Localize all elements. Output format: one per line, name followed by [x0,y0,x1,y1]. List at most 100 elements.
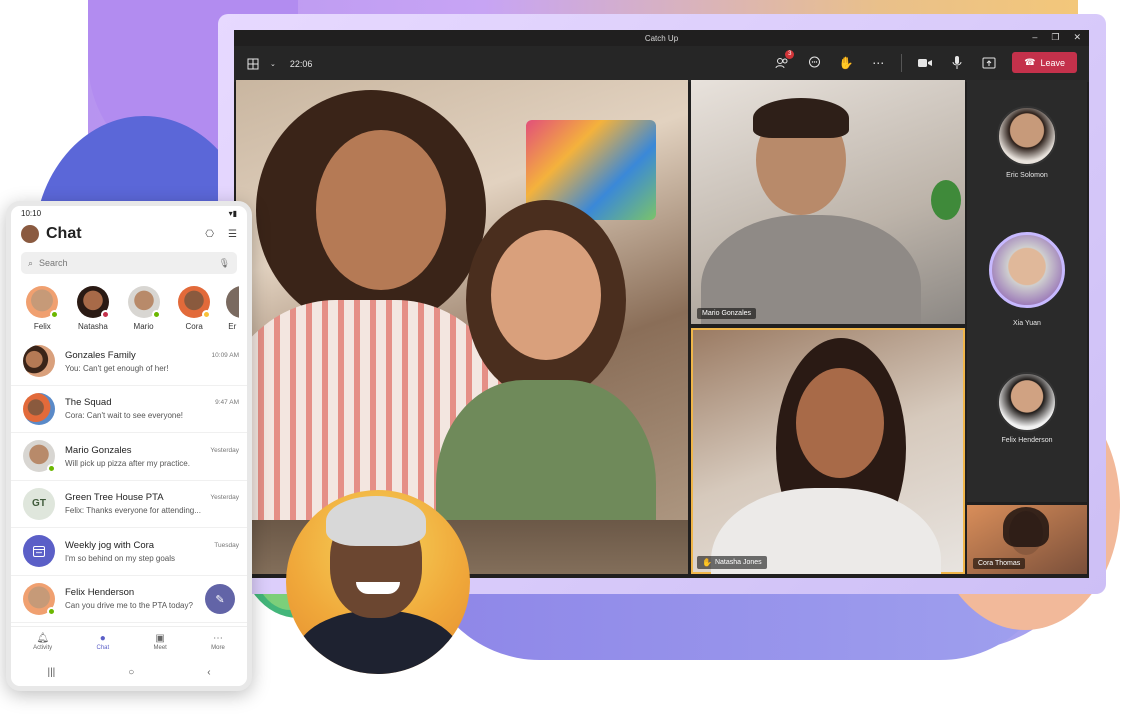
restore-button[interactable]: ❐ [1051,32,1059,43]
raised-hand-icon: ✋ [702,558,712,567]
participant-name: Felix Henderson [1001,437,1053,444]
more-icon[interactable]: ⋯ [869,54,887,72]
recents-nav-icon[interactable]: ||| [47,667,55,678]
status-bar: 10:10 ▾▮ [11,206,247,220]
participant-portrait-bubble [286,490,470,674]
chat-time: 9:47 AM [215,399,239,407]
chat-row[interactable]: Gonzales Family 10:09 AM You: Can't get e… [11,338,247,386]
tab-label: Meet [153,644,167,651]
leave-button[interactable]: ☎ Leave [1012,52,1077,73]
profile-avatar[interactable] [21,225,39,243]
page-title: Chat [46,225,82,242]
avatar-felix[interactable] [997,372,1057,432]
leave-label: Leave [1040,57,1065,68]
portrait-hair [326,496,426,546]
contact-name: Natasha [78,322,108,331]
chat-row[interactable]: Weekly jog with Cora Tuesday I'm so behin… [11,528,247,576]
more-icon: ⋯ [212,632,223,644]
avatar-xia[interactable] [989,232,1065,308]
title-bar: Catch Up – ❐ ✕ [234,30,1089,46]
chat-list: Gonzales Family 10:09 AM You: Can't get e… [11,338,247,623]
mic-icon[interactable] [948,54,966,72]
people-icon[interactable]: 3 [773,49,795,72]
filter-icon[interactable]: ☰ [228,229,237,240]
status-available-icon [151,310,161,319]
chat-icon: ● [99,632,106,644]
home-nav-icon[interactable]: ○ [128,667,134,678]
avatar [23,440,56,474]
toolbar-divider [901,53,903,72]
chat-name: Weekly jog with Cora [65,539,155,551]
meeting-toolbar: ⌄ 22:06 3 ✋ ⋯ ☎ Leave [234,46,1089,82]
chat-preview: You: Can't get enough of her! [65,363,169,373]
portrait-shirt [296,610,460,674]
chat-row[interactable]: The Squad 9:47 AM Cora: Can't wait to see… [11,386,247,433]
participant-name: Natasha Jones [714,559,762,566]
chat-name: Green Tree House PTA [65,492,164,504]
video-tile-natasha[interactable]: ✋ Natasha Jones [691,328,965,574]
group-avatar [23,345,55,378]
avatar [178,286,212,319]
nameplate-mario: Mario Gonzales [697,308,757,319]
status-available-icon [47,606,56,616]
avatar [127,286,161,319]
compose-button[interactable]: ✎ [205,584,235,614]
avatar [76,286,110,319]
video-tile-mario[interactable]: Mario Gonzales [691,80,965,324]
layout-grid-icon[interactable] [244,55,262,73]
camera-icon[interactable] [916,54,934,72]
meeting-title: Catch Up [644,33,679,43]
phone-hangup-icon: ☎ [1024,57,1036,67]
mic-icon[interactable]: 🎙 [219,258,230,269]
video-tile-cora[interactable]: Cora Thomas [967,505,1087,574]
tab-chat[interactable]: ● Chat [96,633,109,651]
recent-contact-mario[interactable]: Mario [124,286,163,338]
cora-hair [1003,507,1049,547]
bell-icon: 🔔︎ [36,632,50,644]
avatar [26,286,60,319]
chevron-down-icon[interactable]: ⌄ [270,60,276,68]
tab-meet[interactable]: ▣ Meet [153,633,166,651]
chat-row[interactable]: Mario Gonzales Yesterday Will pick up piz… [11,433,247,481]
recent-contact-partial[interactable]: Er [225,286,240,338]
raise-hand-icon[interactable]: ✋ [837,54,855,72]
chat-preview: Felix: Thanks everyone for attending... [65,506,201,516]
chat-time: Yesterday [210,446,239,454]
share-screen-icon[interactable] [980,54,998,72]
mother-face [316,130,446,290]
chat-icon[interactable] [805,54,823,72]
plant [931,180,961,220]
search-bar[interactable]: ⌕ Search 🎙 [21,252,237,274]
close-button[interactable]: ✕ [1073,32,1081,43]
chat-name: Gonzales Family [65,349,136,361]
recent-contact-natasha[interactable]: Natasha [74,286,113,338]
android-nav-bar: ||| ○ ‹ [11,658,247,686]
back-nav-icon[interactable]: ‹ [207,667,210,678]
initials-avatar: GT [23,487,55,520]
main-video-tile[interactable] [236,80,688,574]
participant-name: Eric Solomon [1006,172,1048,179]
chat-time: Tuesday [214,541,239,549]
participant-sidebar: Eric Solomon Xia Yuan Felix Henderson [967,80,1087,502]
contact-name: Mario [133,322,154,331]
chat-row[interactable]: GT Green Tree House PTA Yesterday Felix: … [11,481,247,528]
recent-contact-cora[interactable]: Cora [175,286,214,338]
recent-contacts: Felix Natasha Mario Cora Er [11,278,247,338]
meeting-timer: 22:06 [289,59,313,69]
minimize-button[interactable]: – [1032,32,1037,43]
group-avatar [23,392,55,425]
status-busy-icon [100,310,110,319]
bottom-tab-bar: 🔔︎ Activity ● Chat ▣ Meet ⋯ More [11,626,247,656]
mario-hair [753,98,849,138]
search-placeholder: Search [39,258,68,268]
marketing-composite: Catch Up – ❐ ✕ ⌄ 22:06 3 ✋ ⋯ ☎ Leave Mar… [0,0,1124,718]
tab-more[interactable]: ⋯ More [211,633,225,651]
tab-activity[interactable]: 🔔︎ Activity [33,633,52,651]
avatar-eric[interactable] [997,106,1057,166]
recent-contact-felix[interactable]: Felix [23,286,62,338]
status-available-icon [47,464,56,474]
status-away-icon [202,310,212,319]
nameplate-cora: Cora Thomas [973,558,1026,569]
chat-time: Yesterday [210,494,239,502]
new-meeting-icon[interactable]: ⎔ [205,229,214,240]
